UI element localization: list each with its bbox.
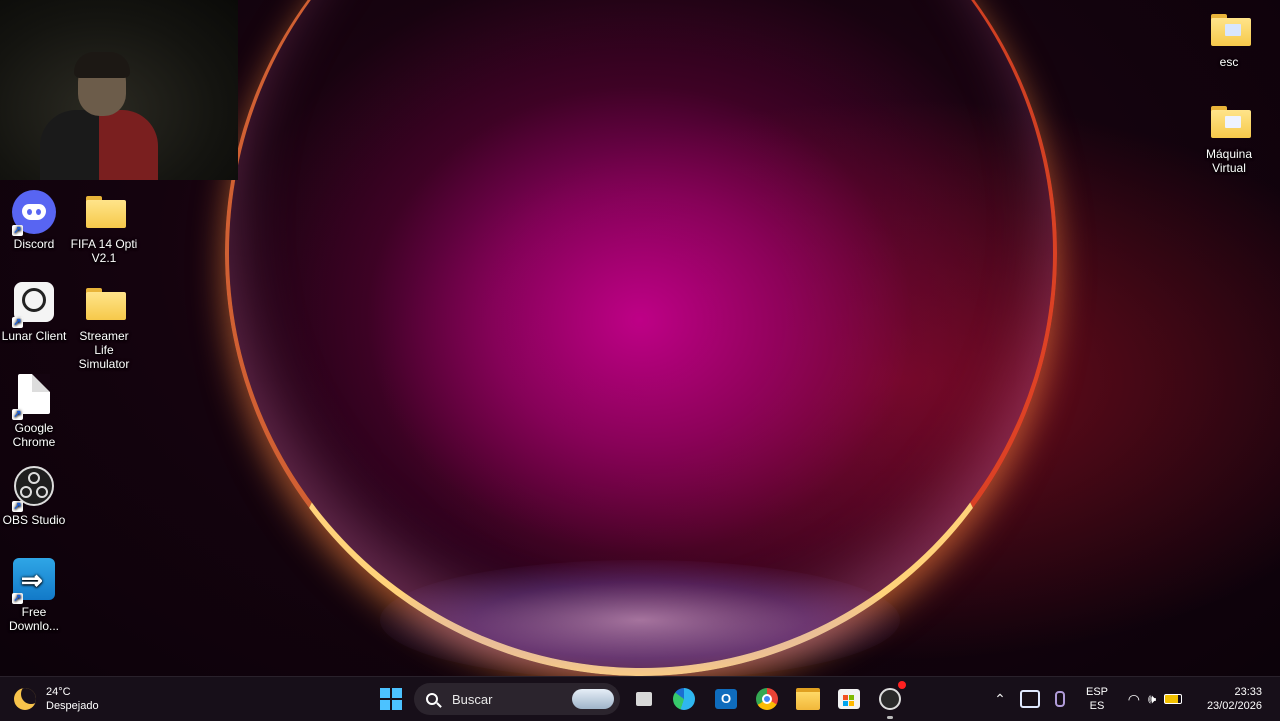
system-status-button[interactable]: ◠ 🕪 <box>1118 685 1192 713</box>
file-explorer-button[interactable] <box>794 685 822 713</box>
desktop-icon-label: Máquina Virtual <box>1205 147 1253 175</box>
task-view-icon <box>636 692 652 706</box>
obs-taskbar-button[interactable] <box>876 681 906 719</box>
folder-icon <box>86 288 126 320</box>
desktop-icon-label: Discord <box>13 237 55 251</box>
folder-icon <box>86 196 126 228</box>
shortcut-arrow-icon: ↗ <box>12 593 23 604</box>
battery-icon <box>1164 694 1183 704</box>
desktop-icon-esc-folder[interactable]: esc <box>1193 8 1265 69</box>
desktop-icon-label: Lunar Client <box>1 329 67 343</box>
search-placeholder: Buscar <box>452 691 493 707</box>
desktop-icon-discord[interactable]: ↗ Discord <box>0 190 70 251</box>
wallpaper-glow <box>380 560 900 676</box>
microsoft-store-button[interactable] <box>835 685 863 713</box>
taskbar: 24°C Despejado Buscar O ⌃ ESP ES ◠ 🕪 23:… <box>0 676 1280 721</box>
obs-icon <box>879 688 901 710</box>
desktop-icon-label: Google Chrome <box>12 421 56 449</box>
start-button[interactable] <box>377 685 405 713</box>
microsoft-store-icon <box>838 689 860 709</box>
desktop-icon-label: Streamer Life Simulator <box>78 329 130 371</box>
shortcut-arrow-icon: ↗ <box>12 409 23 420</box>
windows-start-icon <box>380 688 402 710</box>
webcam-overlay <box>0 0 238 180</box>
weather-condition: Despejado <box>46 700 99 712</box>
desktop-icon-label: FIFA 14 Opti V2.1 <box>70 237 138 265</box>
edge-button[interactable] <box>670 685 698 713</box>
microphone-icon <box>1055 691 1065 707</box>
language-code: ESP <box>1085 686 1108 698</box>
shortcut-arrow-icon: ↗ <box>12 501 23 512</box>
outlook-icon: O <box>715 689 737 709</box>
taskbar-search-box[interactable]: Buscar <box>414 683 620 715</box>
outlook-button[interactable]: O <box>712 685 740 713</box>
clock-date: 23/02/2026 <box>1206 700 1262 712</box>
show-hidden-icons-button[interactable]: ⌃ <box>986 685 1014 713</box>
lunar-client-icon <box>14 282 54 322</box>
running-indicator <box>887 716 893 719</box>
language-indicator[interactable]: ESP ES <box>1082 685 1112 713</box>
search-icon <box>426 693 438 705</box>
edge-icon <box>673 688 695 710</box>
chrome-button[interactable] <box>753 685 781 713</box>
moon-weather-icon <box>14 688 36 710</box>
desktop-icon-obs-studio[interactable]: ↗ OBS Studio <box>0 466 70 527</box>
clock[interactable]: 23:33 23/02/2026 <box>1198 685 1276 713</box>
desktop-icon-google-chrome[interactable]: ↗ Google Chrome <box>0 374 70 449</box>
shortcut-arrow-icon: ↗ <box>12 317 23 328</box>
microphone-tray-button[interactable] <box>1046 685 1074 713</box>
onedrive-tray-button[interactable] <box>1016 685 1044 713</box>
keyboard-layout: ES <box>1089 700 1105 712</box>
desktop-icon-label: Free Downlo... <box>8 605 60 633</box>
file-explorer-icon <box>796 688 820 710</box>
clock-time: 23:33 <box>1234 686 1262 698</box>
chevron-up-icon: ⌃ <box>994 690 1006 707</box>
obs-icon <box>14 466 54 506</box>
webcam-person-hair <box>74 52 130 78</box>
search-highlight-cloud-icon <box>572 689 614 709</box>
recording-indicator-icon <box>898 681 906 689</box>
desktop-icon-label: esc <box>1219 55 1239 69</box>
desktop-icon-label: OBS Studio <box>2 513 66 527</box>
chrome-icon <box>756 688 778 710</box>
desktop-icon-streamer-folder[interactable]: Streamer Life Simulator <box>68 282 140 371</box>
weather-temperature: 24°C <box>46 686 71 698</box>
desktop-icon-fifa-folder[interactable]: FIFA 14 Opti V2.1 <box>68 190 140 265</box>
weather-widget[interactable]: 24°C Despejado <box>14 683 99 715</box>
folder-icon <box>1211 14 1251 46</box>
folder-icon <box>1211 106 1251 138</box>
webcam-person-shirt <box>40 110 158 180</box>
desktop-icon-free-download-manager[interactable]: ⇒ ↗ Free Downlo... <box>0 558 70 633</box>
desktop-icon-lunar-client[interactable]: ↗ Lunar Client <box>0 282 70 343</box>
shortcut-arrow-icon: ↗ <box>12 225 23 236</box>
desktop-icon-maquina-virtual-folder[interactable]: Máquina Virtual <box>1193 100 1265 175</box>
volume-icon: 🕪 <box>1148 691 1157 706</box>
blank-file-icon <box>18 374 50 414</box>
task-view-button[interactable] <box>630 685 658 713</box>
wifi-icon: ◠ <box>1127 690 1140 707</box>
onedrive-icon <box>1020 690 1040 708</box>
